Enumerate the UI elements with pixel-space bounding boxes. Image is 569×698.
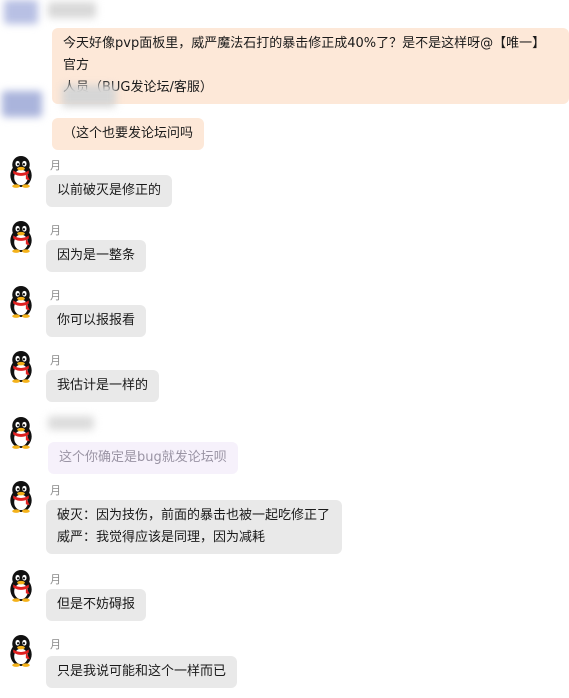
message-bubble: 破灭：因为技伤，前面的暴击也被一起吃修正了 威严：我觉得应该是同理，因为减耗 [46, 500, 342, 554]
sender-name [48, 416, 94, 430]
chat-message: 月 你可以报报看 [0, 285, 569, 345]
qq-penguin-icon[interactable] [6, 416, 36, 450]
message-line: 今天好像pvp面板里，威严魔法石打的暴击修正成40%了？是不是这样呀@【唯一】官… [63, 36, 546, 73]
qq-penguin-icon[interactable] [6, 634, 36, 668]
message-bubble: 只是我说可能和这个一样而已 [46, 656, 238, 688]
chat-message: 月 因为是一整条 [0, 220, 569, 280]
avatar [2, 91, 42, 117]
sender-name: 月 [50, 289, 61, 302]
message-bubble: 以前破灭是修正的 [46, 175, 173, 207]
message-bubble: 这个你确定是bug就发论坛呗 [48, 442, 238, 474]
chat-message: 这个你确定是bug就发论坛呗 [0, 414, 569, 474]
sender-name [62, 85, 116, 107]
qq-penguin-icon[interactable] [6, 155, 36, 189]
chat-message: 月 以前破灭是修正的 [0, 155, 569, 215]
message-line: 破灭：因为技伤，前面的暴击也被一起吃修正了 [57, 508, 331, 523]
message-bubble: 因为是一整条 [46, 240, 147, 272]
chat-message: （这个也要发论坛问吗 [0, 85, 569, 150]
chat-message: 月 破灭：因为技伤，前面的暴击也被一起吃修正了 威严：我觉得应该是同理，因为减耗 [0, 480, 569, 570]
avatar [4, 0, 38, 24]
message-bubble: 我估计是一样的 [46, 370, 160, 402]
message-bubble: 但是不妨碍报 [46, 589, 147, 621]
qq-penguin-icon[interactable] [6, 480, 36, 514]
chat-message: 月 只是我说可能和这个一样而已 [0, 634, 569, 698]
sender-name: 月 [50, 354, 61, 367]
qq-penguin-icon[interactable] [6, 285, 36, 319]
sender-name: 月 [50, 484, 61, 497]
sender-name [48, 2, 96, 18]
sender-name: 月 [50, 159, 61, 172]
sender-name: 月 [50, 224, 61, 237]
chat-message: 今天好像pvp面板里，威严魔法石打的暴击修正成40%了？是不是这样呀@【唯一】官… [0, 0, 569, 104]
message-bubble: 你可以报报看 [46, 305, 147, 337]
message-line: 威严：我觉得应该是同理，因为减耗 [57, 530, 266, 545]
qq-penguin-icon[interactable] [6, 350, 36, 384]
sender-name: 月 [50, 638, 61, 651]
chat-message: 月 但是不妨碍报 [0, 569, 569, 629]
message-bubble: （这个也要发论坛问吗 [52, 118, 205, 150]
chat-message: 月 我估计是一样的 [0, 350, 569, 410]
qq-penguin-icon[interactable] [6, 220, 36, 254]
sender-name: 月 [50, 573, 61, 586]
qq-penguin-icon[interactable] [6, 569, 36, 603]
